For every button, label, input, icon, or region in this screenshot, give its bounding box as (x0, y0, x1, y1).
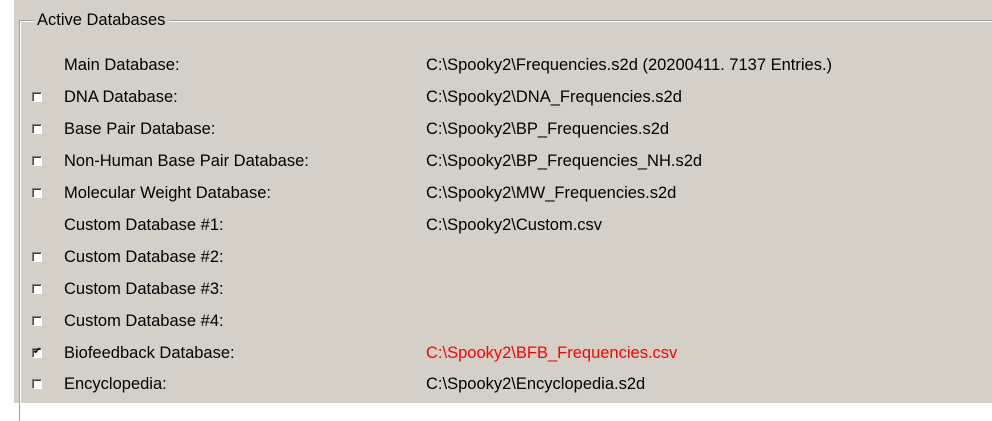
database-row-main: Main Database: C:\Spooky2\Frequencies.s2… (14, 53, 992, 79)
app-window: Active Databases Main Database: C:\Spook… (0, 0, 992, 421)
encyclopedia-checkbox[interactable] (32, 379, 42, 389)
database-label-custom-3: Custom Database #3: (64, 280, 224, 298)
database-row-non-human-base-pair: Non-Human Base Pair Database: C:\Spooky2… (14, 149, 992, 175)
database-path-non-human-base-pair: C:\Spooky2\BP_Frequencies_NH.s2d (426, 152, 703, 170)
database-path-molecular-weight: C:\Spooky2\MW_Frequencies.s2d (426, 184, 677, 202)
database-row-custom-1: Custom Database #1: C:\Spooky2\Custom.cs… (14, 213, 992, 239)
groupbox-title: Active Databases (34, 10, 170, 30)
custom-database-2-checkbox[interactable] (32, 252, 42, 262)
database-path-main: C:\Spooky2\Frequencies.s2d (20200411. 71… (426, 56, 833, 74)
custom-database-4-checkbox[interactable] (32, 316, 42, 326)
database-label-molecular-weight: Molecular Weight Database: (64, 184, 271, 202)
database-label-biofeedback: Biofeedback Database: (64, 344, 235, 362)
database-label-custom-2: Custom Database #2: (64, 248, 224, 266)
database-row-molecular-weight: Molecular Weight Database: C:\Spooky2\MW… (14, 181, 992, 207)
databases-panel: Active Databases Main Database: C:\Spook… (14, 0, 992, 421)
database-row-encyclopedia: Encyclopedia: C:\Spooky2\Encyclopedia.s2… (14, 372, 992, 398)
database-label-custom-4: Custom Database #4: (64, 312, 224, 330)
database-row-custom-2: Custom Database #2: (14, 245, 992, 271)
database-label-encyclopedia: Encyclopedia: (64, 375, 167, 393)
database-row-custom-4: Custom Database #4: (14, 309, 992, 335)
checkmark-icon: ✔ (33, 346, 42, 357)
database-label-non-human-base-pair: Non-Human Base Pair Database: (64, 152, 309, 170)
base-pair-database-checkbox[interactable] (32, 124, 42, 134)
database-label-main: Main Database: (64, 56, 180, 74)
database-label-dna: DNA Database: (64, 88, 178, 106)
database-row-biofeedback: ✔ Biofeedback Database: C:\Spooky2\BFB_F… (14, 341, 992, 367)
database-label-base-pair: Base Pair Database: (64, 120, 216, 138)
database-row-custom-3: Custom Database #3: (14, 277, 992, 303)
database-path-custom-1: C:\Spooky2\Custom.csv (426, 216, 603, 234)
database-path-dna: C:\Spooky2\DNA_Frequencies.s2d (426, 88, 682, 106)
database-row-dna: DNA Database: C:\Spooky2\DNA_Frequencies… (14, 85, 992, 111)
biofeedback-database-checkbox[interactable]: ✔ (32, 346, 42, 358)
database-path-biofeedback: C:\Spooky2\BFB_Frequencies.csv (426, 344, 678, 362)
database-path-base-pair: C:\Spooky2\BP_Frequencies.s2d (426, 120, 670, 138)
database-path-encyclopedia: C:\Spooky2\Encyclopedia.s2d (426, 375, 646, 393)
non-human-base-pair-database-checkbox[interactable] (32, 156, 42, 166)
custom-database-3-checkbox[interactable] (32, 284, 42, 294)
database-label-custom-1: Custom Database #1: (64, 216, 224, 234)
dna-database-checkbox[interactable] (32, 92, 42, 102)
molecular-weight-database-checkbox[interactable] (32, 188, 42, 198)
database-row-base-pair: Base Pair Database: C:\Spooky2\BP_Freque… (14, 117, 992, 143)
